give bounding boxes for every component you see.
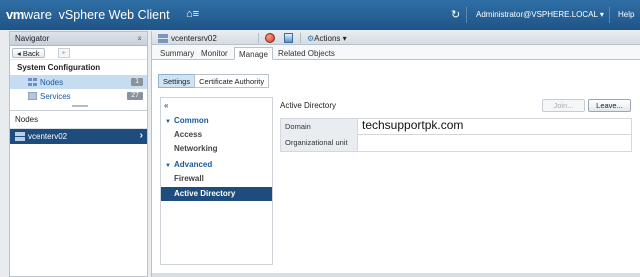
property-value: techsupportpk.com [362, 118, 464, 132]
object-title: vcentersrv02 [171, 34, 217, 43]
home-menu-icon[interactable]: ⌂≡ [186, 8, 199, 20]
brand-vm: vm [6, 7, 24, 22]
main-panel: vcentersrv02 ⚙Actions ▾ Summary Monitor … [151, 31, 640, 277]
brand-ware: ware [23, 7, 52, 22]
bottom-border [152, 273, 640, 277]
navigator-panel: Navigator ⌅ ◂ Back ▸ System Configuratio… [9, 31, 148, 277]
property-row-organizational-unit: Organizational unit [281, 135, 631, 151]
node-item-vcenter[interactable]: vcenterv02 › [10, 129, 147, 144]
settings-item-access[interactable]: Access [174, 128, 202, 141]
navigator-history: ◂ Back ▸ [10, 46, 147, 60]
refresh-icon[interactable]: ↻ [451, 8, 460, 21]
navigator-title: Navigator [15, 34, 50, 43]
services-icon [28, 92, 37, 100]
divider [300, 33, 301, 43]
back-button[interactable]: ◂ Back [12, 48, 45, 58]
property-row-domain: Domain techsupportpk.com [281, 118, 631, 135]
tab-related-objects[interactable]: Related Objects [274, 47, 339, 60]
count-badge: 1 [131, 78, 143, 86]
nav-item-services[interactable]: Services 27 [10, 89, 147, 103]
subtab-bar: Settings Certificate Authority [158, 74, 270, 88]
properties-table: Domain techsupportpk.com Organizational … [280, 118, 632, 152]
group-label: Advanced [174, 160, 213, 169]
object-header: vcentersrv02 ⚙Actions ▾ [152, 31, 640, 45]
subtab-settings[interactable]: Settings [158, 74, 196, 88]
settings-group-advanced[interactable]: ▼ Advanced [165, 158, 212, 171]
app-title: vSphere Web Client [58, 8, 170, 22]
collapse-icon[interactable]: « [164, 101, 168, 110]
server-icon [15, 132, 25, 141]
tab-monitor[interactable]: Monitor [197, 47, 232, 60]
top-bar: vmware vSphere Web Client ⌂≡ ↻ Administr… [0, 0, 640, 30]
node-item-label: vcenterv02 [28, 132, 68, 141]
tab-summary[interactable]: Summary [156, 47, 198, 60]
nodes-icon [28, 78, 37, 86]
join-button[interactable]: Join... [542, 99, 585, 112]
property-key: Domain [281, 119, 358, 135]
splitter-handle[interactable] [10, 103, 147, 111]
subtab-certificate-authority[interactable]: Certificate Authority [194, 74, 270, 88]
count-badge: 27 [127, 92, 143, 100]
save-action-icon[interactable] [284, 33, 293, 43]
pin-icon[interactable]: ⌅ [136, 33, 143, 42]
triangle-down-icon: ▼ [165, 119, 171, 125]
content-title: Active Directory [280, 101, 337, 110]
user-menu[interactable]: Administrator@VSPHERE.LOCAL ▾ [476, 10, 604, 19]
divider [258, 33, 259, 43]
navigator-header: Navigator ⌅ [10, 32, 147, 46]
settings-item-firewall[interactable]: Firewall [174, 172, 204, 185]
settings-nav: « ▼ Common Access Networking ▼ Advanced Fi… [160, 97, 273, 265]
tab-manage[interactable]: Manage [234, 47, 273, 60]
settings-item-networking[interactable]: Networking [174, 142, 218, 155]
power-action-icon[interactable] [265, 33, 275, 43]
nav-item-label: Nodes [40, 78, 64, 87]
vmware-logo: vmware vSphere Web Client [6, 7, 170, 22]
property-key: Organizational unit [281, 135, 358, 151]
nav-item-nodes[interactable]: Nodes 1 [10, 75, 147, 89]
settings-item-label: Active Directory [174, 189, 236, 198]
divider [609, 7, 610, 23]
actions-label: Actions ▾ [314, 34, 347, 43]
group-label: Common [174, 116, 209, 125]
actions-menu[interactable]: ⚙Actions ▾ [307, 34, 347, 43]
settings-group-common[interactable]: ▼ Common [165, 114, 209, 127]
server-icon [158, 34, 168, 43]
nav-item-label: Services [40, 92, 71, 101]
chevron-right-icon: › [139, 130, 143, 141]
divider [466, 7, 467, 23]
settings-item-active-directory[interactable]: Active Directory [161, 187, 272, 201]
forward-button[interactable]: ▸ [58, 48, 70, 58]
section-title: System Configuration [17, 63, 101, 72]
tab-bar: Summary Monitor Manage Related Objects [152, 45, 640, 60]
triangle-down-icon: ▼ [165, 163, 171, 169]
nodes-label: Nodes [10, 111, 147, 129]
help-menu[interactable]: Help [618, 10, 634, 19]
leave-button[interactable]: Leave... [588, 99, 631, 112]
